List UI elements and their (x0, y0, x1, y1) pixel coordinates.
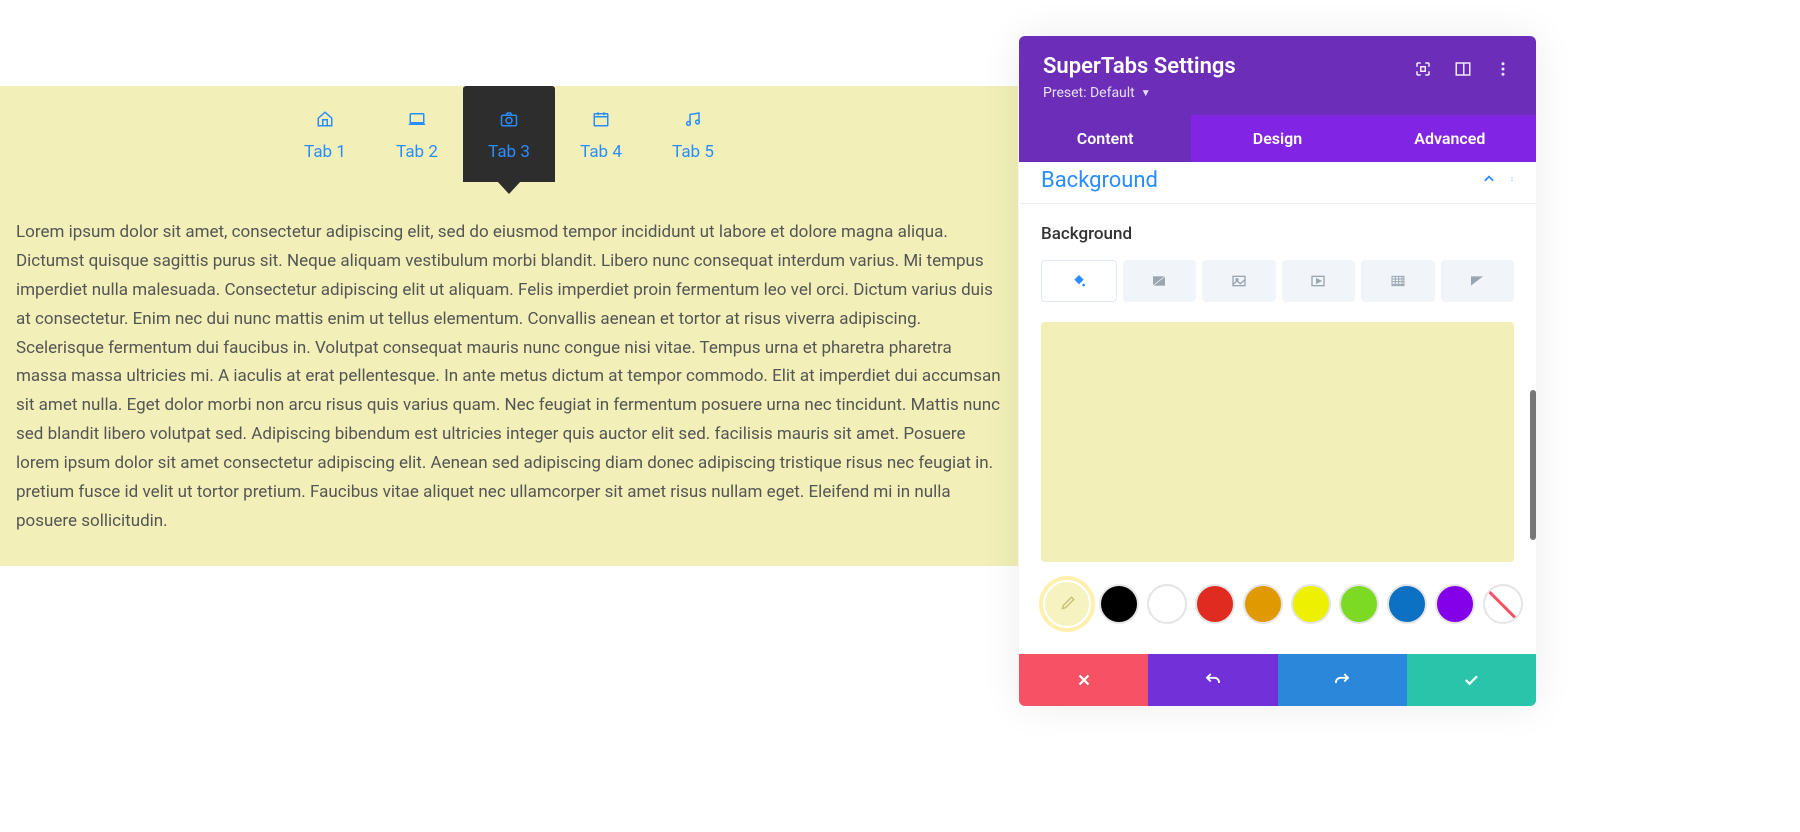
home-icon (315, 110, 335, 128)
more-icon[interactable] (1494, 60, 1512, 78)
swatch-purple[interactable] (1435, 584, 1475, 624)
laptop-icon (407, 110, 427, 128)
panel-tab-content[interactable]: Content (1019, 115, 1191, 162)
swatch-black[interactable] (1099, 584, 1139, 624)
snap-icon[interactable] (1454, 60, 1472, 78)
collapse-icon[interactable] (1482, 171, 1496, 190)
scrollbar[interactable] (1530, 390, 1536, 540)
bg-type-mask[interactable] (1441, 260, 1515, 302)
tab-label: Tab 4 (580, 142, 622, 162)
swatch-blue[interactable] (1387, 584, 1427, 624)
color-preview[interactable] (1041, 322, 1514, 562)
swatch-none[interactable] (1483, 584, 1523, 624)
background-type-tabs (1041, 260, 1514, 302)
tab-4[interactable]: Tab 4 (555, 100, 647, 182)
cancel-button[interactable] (1019, 654, 1148, 706)
bg-type-color[interactable] (1041, 260, 1117, 302)
settings-panel: SuperTabs Settings Preset: Default ▼ Con… (1019, 36, 1536, 706)
section-header[interactable]: Background (1019, 162, 1536, 204)
tab-label: Tab 2 (396, 142, 438, 162)
redo-button[interactable] (1278, 654, 1407, 706)
tab-label: Tab 3 (488, 142, 530, 162)
tab-content-body: Lorem ipsum dolor sit amet, consectetur … (0, 198, 1018, 566)
tab-5[interactable]: Tab 5 (647, 100, 739, 182)
panel-body: Background Background (1019, 162, 1536, 654)
section-more-icon[interactable] (1510, 171, 1514, 191)
preset-label: Preset: Default (1043, 85, 1135, 101)
undo-button[interactable] (1148, 654, 1277, 706)
chevron-down-icon: ▼ (1141, 88, 1151, 99)
swatch-eyedropper[interactable] (1043, 580, 1091, 628)
panel-tab-design[interactable]: Design (1191, 115, 1363, 162)
swatch-white[interactable] (1147, 584, 1187, 624)
swatch-orange[interactable] (1243, 584, 1283, 624)
swatch-green[interactable] (1339, 584, 1379, 624)
bg-type-gradient[interactable] (1123, 260, 1197, 302)
preview-area: Tab 1 Tab 2 Tab 3 Tab 4 Tab 5 (0, 0, 1018, 832)
save-button[interactable] (1407, 654, 1536, 706)
tab-1[interactable]: Tab 1 (279, 100, 371, 182)
music-icon (683, 110, 703, 128)
tab-content-text: Lorem ipsum dolor sit amet, consectetur … (16, 222, 1001, 531)
tab-label: Tab 5 (672, 142, 714, 162)
expand-icon[interactable] (1414, 60, 1432, 78)
section-title: Background (1041, 168, 1158, 193)
panel-footer (1019, 654, 1536, 706)
background-label: Background (1041, 224, 1514, 244)
camera-icon (499, 110, 519, 128)
bg-type-pattern[interactable] (1361, 260, 1435, 302)
panel-tab-advanced[interactable]: Advanced (1364, 115, 1536, 162)
tab-3[interactable]: Tab 3 (463, 86, 555, 182)
panel-title: SuperTabs Settings (1043, 54, 1236, 79)
tabs-bar: Tab 1 Tab 2 Tab 3 Tab 4 Tab 5 (0, 86, 1018, 198)
preset-dropdown[interactable]: Preset: Default ▼ (1043, 85, 1236, 101)
tab-label: Tab 1 (304, 142, 346, 162)
panel-header: SuperTabs Settings Preset: Default ▼ (1019, 36, 1536, 115)
calendar-icon (591, 110, 611, 128)
panel-tabs: Content Design Advanced (1019, 115, 1536, 162)
color-swatches (1041, 580, 1514, 634)
tab-2[interactable]: Tab 2 (371, 100, 463, 182)
swatch-yellow[interactable] (1291, 584, 1331, 624)
bg-type-video[interactable] (1282, 260, 1356, 302)
swatch-red[interactable] (1195, 584, 1235, 624)
bg-type-image[interactable] (1202, 260, 1276, 302)
